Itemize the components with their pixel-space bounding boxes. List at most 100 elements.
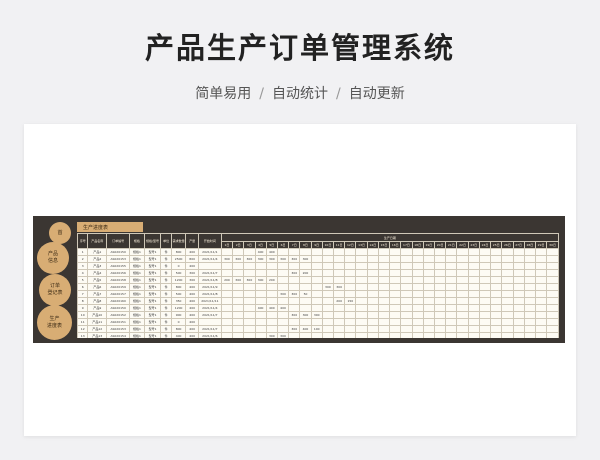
day-cell[interactable] [534, 304, 548, 312]
day-cell[interactable] [467, 276, 480, 284]
day-cell[interactable] [389, 255, 402, 263]
cell-spec[interactable]: 规格1 [129, 276, 145, 284]
day-cell[interactable]: 200 [220, 276, 234, 284]
cell-output[interactable]: 300 [185, 269, 199, 277]
day-cell[interactable] [400, 255, 413, 263]
day-cell[interactable] [456, 304, 469, 312]
day-cell[interactable] [321, 304, 335, 312]
day-cell[interactable] [467, 304, 480, 312]
day-cell[interactable] [411, 255, 424, 263]
day-cell[interactable] [490, 262, 503, 270]
day-cell[interactable] [232, 311, 245, 319]
day-cell[interactable] [433, 325, 447, 333]
day-cell[interactable] [377, 269, 391, 277]
day-cell[interactable] [377, 255, 391, 263]
day-cell[interactable] [288, 262, 301, 270]
day-cell[interactable] [220, 297, 234, 305]
day-cell[interactable]: 150 [344, 297, 357, 305]
day-cell[interactable]: 300 [276, 332, 290, 338]
day-cell[interactable] [422, 311, 436, 319]
day-cell[interactable] [445, 269, 458, 277]
day-cell[interactable] [389, 297, 402, 305]
day-cell[interactable] [512, 297, 525, 305]
day-cell[interactable] [467, 248, 480, 256]
day-cell[interactable] [445, 262, 458, 270]
day-cell[interactable] [534, 248, 548, 256]
day-cell[interactable] [288, 276, 301, 284]
day-cell[interactable] [220, 248, 234, 256]
cell-name[interactable]: 产品13 [87, 332, 108, 338]
day-cell[interactable]: 300 [265, 332, 278, 338]
day-cell[interactable] [433, 269, 447, 277]
day-cell[interactable]: 200 [333, 297, 346, 305]
day-cell[interactable] [456, 318, 469, 326]
day-cell[interactable] [254, 297, 267, 305]
day-cell[interactable]: 300 [310, 311, 323, 319]
day-cell[interactable] [490, 248, 503, 256]
day-cell[interactable] [288, 304, 301, 312]
day-cell[interactable] [243, 262, 256, 270]
day-cell[interactable] [355, 255, 368, 263]
day-cell[interactable] [490, 297, 503, 305]
day-cell[interactable] [512, 269, 525, 277]
day-cell[interactable] [344, 311, 357, 319]
day-cell[interactable] [478, 283, 492, 291]
day-cell[interactable] [490, 290, 503, 298]
cell-unit[interactable]: 件 [160, 318, 172, 326]
day-cell[interactable]: 400 [265, 304, 278, 312]
day-cell[interactable] [534, 290, 548, 298]
cell-no[interactable]: 12 [77, 325, 89, 333]
nav-button-production-progress[interactable]: 生产 进度表 [37, 305, 72, 340]
day-cell[interactable] [310, 318, 323, 326]
day-cell[interactable] [523, 318, 536, 326]
day-cell[interactable] [355, 269, 368, 277]
cell-start[interactable]: 2021/11/7 [197, 311, 222, 319]
nav-button-home[interactable]: 首 [49, 222, 71, 244]
day-cell[interactable] [546, 255, 559, 263]
cell-unit[interactable]: 件 [160, 276, 172, 284]
cell-order[interactable]: AS020154 [106, 332, 131, 338]
day-cell[interactable] [344, 325, 357, 333]
day-cell[interactable] [546, 283, 559, 291]
cell-model[interactable]: 型号1 [143, 304, 162, 312]
day-cell[interactable] [366, 318, 379, 326]
day-cell[interactable] [534, 332, 548, 338]
day-cell[interactable] [333, 269, 346, 277]
day-cell[interactable] [400, 283, 413, 291]
cell-start[interactable]: 2021/11/8 [197, 276, 222, 284]
day-cell[interactable] [310, 297, 323, 305]
day-cell[interactable]: 200 [265, 276, 278, 284]
day-cell[interactable] [411, 276, 424, 284]
day-cell[interactable] [501, 269, 514, 277]
day-cell[interactable] [501, 297, 514, 305]
day-cell[interactable] [243, 325, 256, 333]
cell-order[interactable]: AS020153 [106, 325, 131, 333]
day-cell[interactable] [265, 283, 278, 291]
day-cell[interactable] [456, 311, 469, 319]
day-cell[interactable] [366, 311, 379, 319]
day-cell[interactable] [411, 318, 424, 326]
day-cell[interactable] [232, 297, 245, 305]
day-cell[interactable] [254, 269, 267, 277]
day-cell[interactable] [389, 262, 402, 270]
day-cell[interactable] [478, 318, 492, 326]
day-cell[interactable] [467, 297, 480, 305]
day-cell[interactable] [422, 248, 436, 256]
day-cell[interactable] [389, 283, 402, 291]
day-cell[interactable] [243, 297, 256, 305]
day-cell[interactable] [254, 262, 267, 270]
cell-start[interactable]: 2021/11/6 [197, 332, 222, 338]
cell-no[interactable]: 1 [77, 248, 89, 256]
day-cell[interactable] [344, 283, 357, 291]
day-cell[interactable] [355, 283, 368, 291]
day-cell[interactable] [366, 290, 379, 298]
day-cell[interactable] [445, 304, 458, 312]
day-cell[interactable] [546, 262, 559, 270]
day-cell[interactable] [433, 276, 447, 284]
day-cell[interactable] [377, 311, 391, 319]
cell-start[interactable] [197, 262, 222, 270]
day-cell[interactable] [546, 290, 559, 298]
day-cell[interactable] [534, 255, 548, 263]
cell-demand[interactable]: 900 [170, 311, 187, 319]
day-cell[interactable] [512, 304, 525, 312]
